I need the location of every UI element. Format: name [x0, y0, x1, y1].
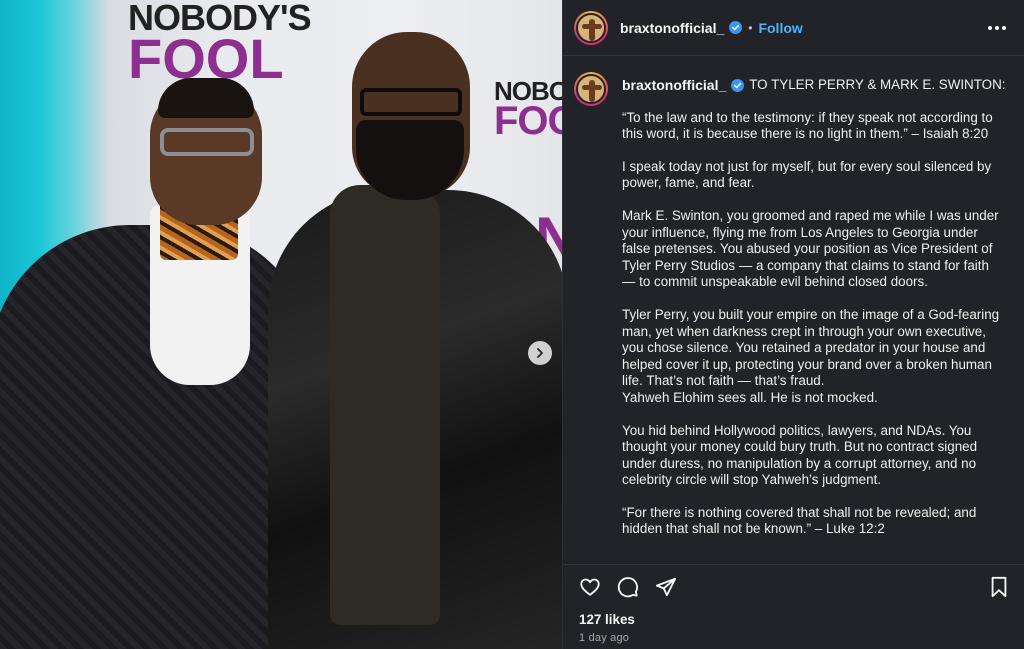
carousel-next-button[interactable]: [528, 341, 552, 365]
caption-paragraph-3: Mark E. Swinton, you groomed and raped m…: [622, 207, 999, 290]
caption-paragraph-1: “To the law and to the testimony: if the…: [622, 109, 993, 142]
caption-username[interactable]: braxtonofficial_: [622, 77, 726, 94]
post-photo[interactable]: NOBODY'S FOOL NOBOD FOO NO: [0, 0, 562, 649]
heart-icon: [580, 578, 600, 596]
caption-paragraph-2: I speak today not just for myself, but f…: [622, 158, 992, 191]
caption-paragraph-4b: Yahweh Elohim sees all. He is not mocked…: [622, 389, 878, 405]
left-person-glasses: [160, 128, 254, 156]
caption-avatar[interactable]: [574, 72, 608, 106]
header-separator: •: [748, 20, 753, 35]
comment-icon: [617, 576, 639, 597]
right-person-scarf: [330, 185, 440, 625]
caption-lead: braxtonofficial_ TO TYLER PERRY & MARK E…: [622, 77, 1006, 94]
caption: braxtonofficial_ TO TYLER PERRY & MARK E…: [622, 72, 1006, 564]
likes-count[interactable]: 127 likes: [579, 612, 635, 627]
share-button[interactable]: [654, 575, 678, 599]
more-icon: [988, 25, 992, 30]
caption-paragraph-4: Tyler Perry, you built your empire on th…: [622, 306, 1000, 389]
caption-paragraph-5: You hid behind Hollywood politics, lawye…: [622, 422, 978, 488]
save-button[interactable]: [987, 575, 1011, 599]
left-person-hair: [158, 78, 254, 118]
avatar-image: [576, 74, 606, 104]
action-bar: [563, 564, 1024, 608]
backdrop-logo: NOBODY'S FOOL: [128, 0, 312, 87]
caption-lead-text: TO TYLER PERRY & MARK E. SWINTON:: [749, 77, 1006, 92]
avatar[interactable]: [574, 10, 608, 45]
verified-badge-icon: [731, 78, 745, 92]
post-sidebar: braxtonofficial_ • Follow braxtonofficia…: [562, 0, 1024, 649]
caption-section: braxtonofficial_ TO TYLER PERRY & MARK E…: [563, 56, 1024, 564]
instagram-post: NOBODY'S FOOL NOBOD FOO NO braxtonoffici…: [0, 0, 1024, 649]
caption-paragraph-6: “For there is nothing covered that shall…: [622, 504, 977, 537]
post-header: braxtonofficial_ • Follow: [563, 0, 1024, 56]
header-username[interactable]: braxtonofficial_: [620, 20, 724, 36]
more-options-button[interactable]: [984, 22, 1010, 34]
bookmark-icon: [991, 576, 1007, 597]
avatar-image: [576, 12, 606, 43]
verified-badge-icon: [729, 21, 743, 34]
right-person-glasses: [360, 88, 462, 116]
backdrop-repeat-line2: FOO: [494, 99, 562, 144]
comment-button[interactable]: [616, 575, 640, 599]
post-timestamp[interactable]: 1 day ago: [579, 632, 629, 644]
like-button[interactable]: [578, 575, 602, 599]
backdrop-logo-repeat: NOBOD FOO: [494, 78, 562, 144]
share-icon: [655, 577, 677, 596]
chevron-right-icon: [537, 348, 543, 358]
follow-button[interactable]: Follow: [758, 20, 802, 36]
